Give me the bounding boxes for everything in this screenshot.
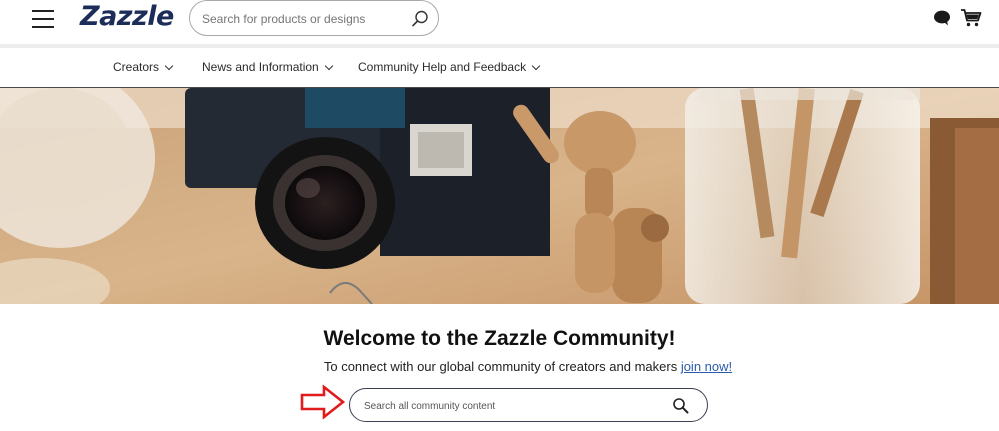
community-search-input[interactable]	[364, 397, 654, 415]
nav-item-creators[interactable]: Creators	[113, 60, 174, 74]
nav-item-news-and-information[interactable]: News and Information	[202, 60, 333, 74]
nav-item-community-help[interactable]: Community Help and Feedback	[358, 60, 541, 74]
nav-item-label: Creators	[113, 60, 160, 74]
search-icon[interactable]	[672, 397, 690, 415]
product-search-box	[189, 0, 439, 36]
chevron-down-icon	[164, 61, 174, 71]
welcome-heading: Welcome to the Zazzle Community!	[323, 327, 676, 350]
hero-illustration	[0, 88, 999, 304]
zazzle-logo[interactable]: Zazzle	[80, 1, 174, 32]
hamburger-menu-icon[interactable]	[32, 10, 54, 28]
join-now-link[interactable]: join now!	[681, 359, 732, 374]
welcome-subtitle-text: To connect with our global community of …	[323, 359, 681, 374]
nav-item-label: News and Information	[202, 60, 319, 74]
nav-item-label: Community Help and Feedback	[358, 60, 527, 74]
community-nav: Creators News and Information Community …	[0, 48, 999, 88]
top-header: Zazzle	[0, 0, 999, 44]
red-arrow-annotation-icon	[300, 384, 346, 420]
chat-icon[interactable]	[933, 10, 951, 26]
chevron-down-icon	[531, 61, 541, 71]
welcome-subtitle: To connect with our global community of …	[0, 359, 999, 374]
cart-icon[interactable]	[960, 8, 982, 28]
product-search-input[interactable]	[202, 9, 402, 29]
community-search-box	[349, 388, 708, 422]
search-icon[interactable]	[410, 9, 430, 29]
hero-banner-image	[0, 88, 999, 304]
chevron-down-icon	[324, 61, 333, 71]
